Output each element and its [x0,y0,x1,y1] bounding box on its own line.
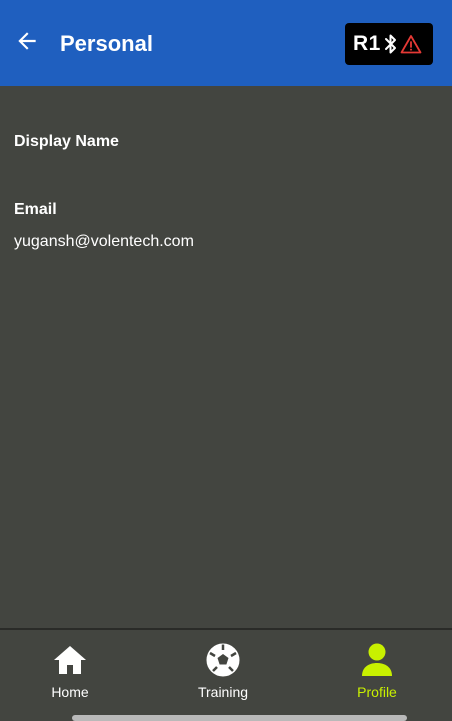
nav-home-label: Home [51,684,89,700]
top-app-bar: Personal R1 [0,0,452,86]
person-icon [359,642,395,678]
home-indicator-bar[interactable] [72,715,407,721]
page-title: Personal [60,31,153,56]
nav-profile[interactable]: Profile [322,642,432,708]
nav-home[interactable]: Home [15,642,125,708]
email-value: yugansh@volentech.com [14,233,194,250]
display-name-label: Display Name [14,133,119,150]
nav-profile-label: Profile [357,684,397,700]
email-label: Email [14,201,57,218]
home-icon [52,642,88,678]
nav-training[interactable]: Training [168,642,278,708]
device-name: R1 [353,32,381,55]
app-screen: Personal R1 Display Name Email yugansh@v… [0,0,452,721]
back-button[interactable] [12,28,42,58]
soccer-ball-icon [205,642,241,678]
nav-training-label: Training [197,684,249,700]
warning-icon [400,34,422,54]
bottom-navigation: Home Training Profile [0,628,452,721]
device-status-badge[interactable]: R1 [345,23,433,65]
arrow-left-icon [14,28,40,59]
profile-details: Display Name Email yugansh@volentech.com [0,86,452,628]
bluetooth-icon [384,33,398,55]
